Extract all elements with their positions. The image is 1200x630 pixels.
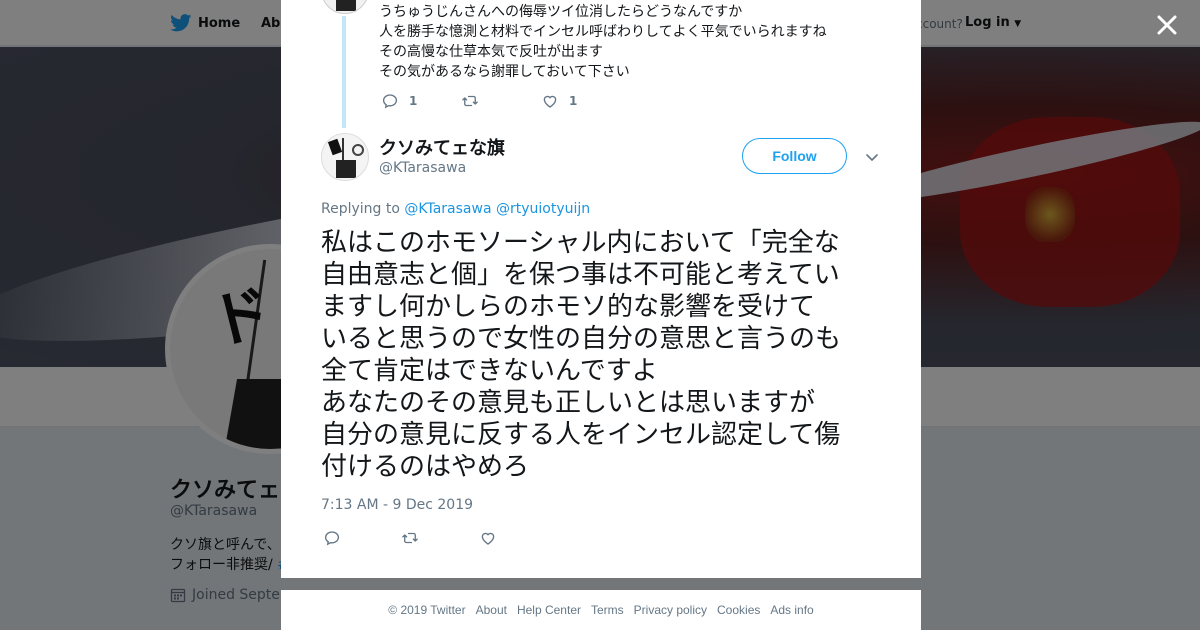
like-button[interactable] [479, 529, 497, 547]
tweet-actions [323, 529, 557, 547]
parent-like-count: 1 [569, 94, 578, 108]
site-footer: © 2019 Twitter About Help Center Terms P… [281, 590, 921, 630]
mention-link[interactable]: @KTarasawa [404, 201, 491, 217]
tweet-author-handle[interactable]: @KTarasawa [379, 160, 466, 176]
retweet-icon [402, 532, 418, 544]
tweet-text-line: いると思うので女性の自分の意思と言うのも [321, 324, 842, 354]
tweet-text-line: 全て肯定はできないんですよ [321, 356, 658, 386]
replying-to-label: Replying to [321, 201, 405, 217]
retweet-icon [462, 95, 478, 107]
reply-button[interactable] [323, 529, 341, 547]
parent-tweet-line: 人を勝手な憶測と材料でインセル呼ばわりしてよく平気でいられますね [379, 24, 827, 40]
parent-tweet-line: うちゅうじんさんへの侮辱ツイ位消したらどうなんですか [379, 4, 743, 20]
parent-like-button[interactable]: 1 [541, 92, 577, 110]
tweet-author-avatar[interactable] [321, 133, 369, 181]
parent-tweet-avatar[interactable] [321, 0, 369, 14]
like-icon [481, 532, 495, 545]
close-icon[interactable] [1153, 11, 1181, 39]
tweet-text: 私はこのホモソーシャル内において「完全な 自由意志と個」を保つ事は不可能と考えて… [321, 227, 883, 483]
parent-tweet-line: その高慢な仕草本気で反吐が出ます [379, 44, 603, 60]
tweet-text-line: 自分の意見に反する人をインセル認定して傷 [321, 420, 841, 450]
thread-connector-line [342, 16, 346, 128]
tweet-text-line: ますし何かしらのホモソ的な影響を受けて [321, 292, 816, 322]
parent-tweet-actions: 1 1 [381, 92, 577, 110]
footer-link-ads-info[interactable]: Ads info [770, 603, 813, 617]
footer-link-cookies[interactable]: Cookies [717, 603, 760, 617]
parent-reply-button[interactable]: 1 [381, 92, 461, 110]
parent-tweet-text: うちゅうじんさんへの侮辱ツイ位消したらどうなんですか 人を勝手な憶測と材料でイン… [379, 2, 827, 82]
retweet-button[interactable] [401, 529, 419, 547]
footer-link-about[interactable]: About [476, 603, 507, 617]
follow-button[interactable]: Follow [742, 138, 847, 174]
footer-copyright: © 2019 Twitter [388, 603, 466, 617]
reply-icon [324, 531, 340, 546]
tweet-text-line: あなたのその意見も正しいとは思いますが [321, 388, 816, 418]
tweet-text-line: 自由意志と個」を保つ事は不可能と考えてい [321, 260, 840, 290]
like-icon [543, 95, 557, 108]
parent-tweet-line: その気があるなら謝罪しておいて下さい [379, 64, 630, 80]
tweet-text-line: 付けるのはやめろ [321, 452, 530, 482]
tweet-timestamp[interactable]: 7:13 AM - 9 Dec 2019 [321, 497, 473, 513]
reply-icon [382, 94, 398, 109]
mention-link[interactable]: @rtyuiotyuijn [496, 201, 590, 217]
tweet-permalink-modal: うちゅうじんさんへの侮辱ツイ位消したらどうなんですか 人を勝手な憶測と材料でイン… [281, 0, 921, 578]
tweet-text-line: 私はこのホモソーシャル内において「完全な [321, 228, 840, 258]
footer-link-terms[interactable]: Terms [591, 603, 624, 617]
chevron-down-icon[interactable] [864, 149, 880, 165]
footer-link-privacy-policy[interactable]: Privacy policy [634, 603, 707, 617]
footer-link-help-center[interactable]: Help Center [517, 603, 581, 617]
parent-retweet-button[interactable] [461, 92, 541, 110]
replying-to: Replying to @KTarasawa @rtyuiotyuijn [321, 201, 590, 217]
parent-reply-count: 1 [409, 94, 418, 108]
tweet-author-name[interactable]: クソみてェな旗 [379, 134, 505, 160]
